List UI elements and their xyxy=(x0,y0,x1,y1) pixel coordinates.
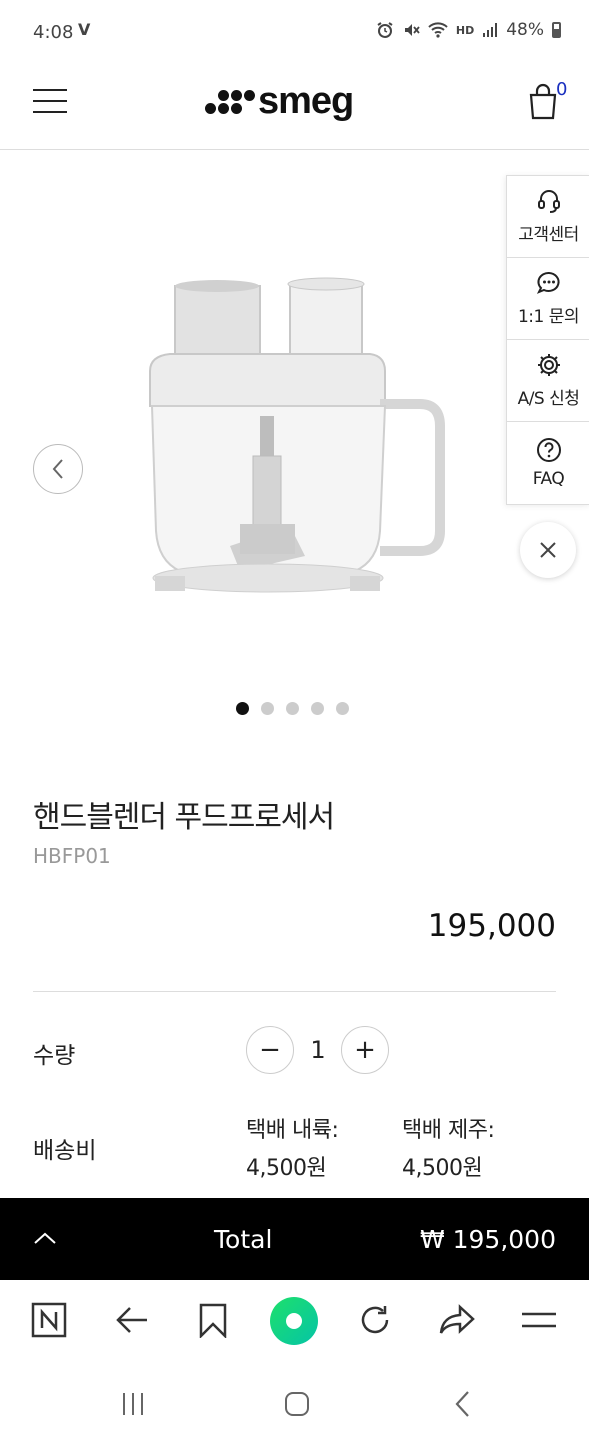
shipping-option-jeju: 택배 제주: 4,500원 xyxy=(402,1112,495,1188)
gear-icon xyxy=(537,354,560,376)
side-item-as-request[interactable]: A/S 신청 xyxy=(507,340,589,422)
carousel-dot[interactable] xyxy=(311,702,324,715)
logo-dots xyxy=(205,89,255,114)
home-button[interactable] xyxy=(270,1297,318,1345)
carousel-dot[interactable] xyxy=(336,702,349,715)
back-button[interactable] xyxy=(112,1300,152,1340)
share-arrow-icon xyxy=(439,1304,475,1334)
side-quick-menu: 고객센터 1:1 문의 A/S 신청 FAQ xyxy=(506,175,589,505)
naver-n-icon xyxy=(31,1302,67,1338)
product-price: 195,000 xyxy=(427,908,556,944)
site-header: smeg 0 xyxy=(0,64,589,150)
battery-percent: 48% xyxy=(506,20,544,40)
carousel-dot[interactable] xyxy=(236,702,249,715)
home-nav-button[interactable] xyxy=(277,1386,317,1422)
recent-apps-button[interactable] xyxy=(113,1386,153,1422)
chevron-left-icon xyxy=(52,459,63,479)
quantity-label: 수량 xyxy=(33,1043,76,1069)
divider xyxy=(33,991,556,992)
quantity-decrease-button[interactable]: − xyxy=(246,1026,294,1074)
menu-icon[interactable] xyxy=(33,89,67,113)
chat-icon xyxy=(536,272,560,294)
back-nav-button[interactable] xyxy=(443,1386,483,1422)
system-navigation-bar xyxy=(0,1364,589,1440)
side-item-faq[interactable]: FAQ xyxy=(507,422,589,504)
menu-lines-icon xyxy=(522,1312,556,1328)
carousel-dot[interactable] xyxy=(286,702,299,715)
status-time: 4:08 xyxy=(33,22,74,43)
status-bar: 4:08 V HD 48% xyxy=(0,0,589,64)
carousel-dot[interactable] xyxy=(261,702,274,715)
battery-icon xyxy=(552,22,561,38)
side-item-label: FAQ xyxy=(532,469,565,489)
shipping-option-name: 택배 제주: xyxy=(402,1118,495,1143)
question-icon xyxy=(536,438,561,462)
carousel-indicators xyxy=(236,702,349,715)
quantity-value: 1 xyxy=(310,1036,326,1064)
shipping-option-mainland: 택배 내륙: 4,500원 xyxy=(246,1112,339,1188)
bookmark-icon xyxy=(199,1303,227,1338)
side-item-inquiry[interactable]: 1:1 문의 xyxy=(507,258,589,340)
more-menu-button[interactable] xyxy=(519,1300,559,1340)
bookmark-button[interactable] xyxy=(193,1300,233,1340)
logo-text: smeg xyxy=(258,80,354,122)
product-name: 핸드블렌더 푸드프로세서 xyxy=(33,800,335,835)
hd-voice-icon: HD xyxy=(455,23,475,37)
shipping-label: 배송비 xyxy=(33,1138,97,1164)
naver-button[interactable] xyxy=(29,1300,69,1340)
mute-icon xyxy=(404,24,420,36)
status-icons: HD 48% xyxy=(376,20,561,40)
total-bar[interactable]: Total ₩ 195,000 xyxy=(0,1198,589,1280)
share-button[interactable] xyxy=(437,1300,477,1340)
chevron-left-icon xyxy=(455,1391,469,1417)
shipping-option-price: 4,500원 xyxy=(246,1156,327,1181)
total-label: Total xyxy=(214,1225,273,1254)
headset-icon xyxy=(537,190,560,213)
refresh-icon xyxy=(361,1306,389,1334)
side-item-customer-center[interactable]: 고객센터 xyxy=(507,176,589,258)
cart-count-badge: 0 xyxy=(556,79,568,100)
refresh-button[interactable] xyxy=(355,1300,395,1340)
quantity-increase-button[interactable]: + xyxy=(341,1026,389,1074)
home-dot-icon xyxy=(286,1313,302,1329)
side-menu-close-button[interactable] xyxy=(520,522,576,578)
side-item-label: 1:1 문의 xyxy=(517,307,580,327)
browser-toolbar xyxy=(0,1280,589,1364)
arrow-left-icon xyxy=(116,1307,147,1333)
close-icon xyxy=(540,542,556,558)
shipping-option-price: 4,500원 xyxy=(402,1156,483,1181)
shipping-option-name: 택배 내륙: xyxy=(246,1118,339,1143)
signal-icon xyxy=(483,23,498,37)
chevron-up-icon[interactable] xyxy=(33,1230,57,1246)
side-item-label: 고객센터 xyxy=(518,225,579,245)
carousel-prev-button[interactable] xyxy=(33,444,83,494)
product-code: HBFP01 xyxy=(33,844,111,868)
total-value: ₩ 195,000 xyxy=(419,1225,556,1254)
recent-apps-icon xyxy=(123,1393,143,1415)
product-carousel xyxy=(0,151,589,731)
home-square-icon xyxy=(285,1392,309,1416)
smeg-logo[interactable]: smeg xyxy=(205,80,354,123)
wifi-icon xyxy=(428,22,448,38)
shopping-bag-icon[interactable] xyxy=(528,82,558,120)
product-image[interactable] xyxy=(140,276,455,611)
side-item-label: A/S 신청 xyxy=(517,389,580,409)
volte-icon: V xyxy=(78,20,91,39)
alarm-icon xyxy=(377,22,393,38)
